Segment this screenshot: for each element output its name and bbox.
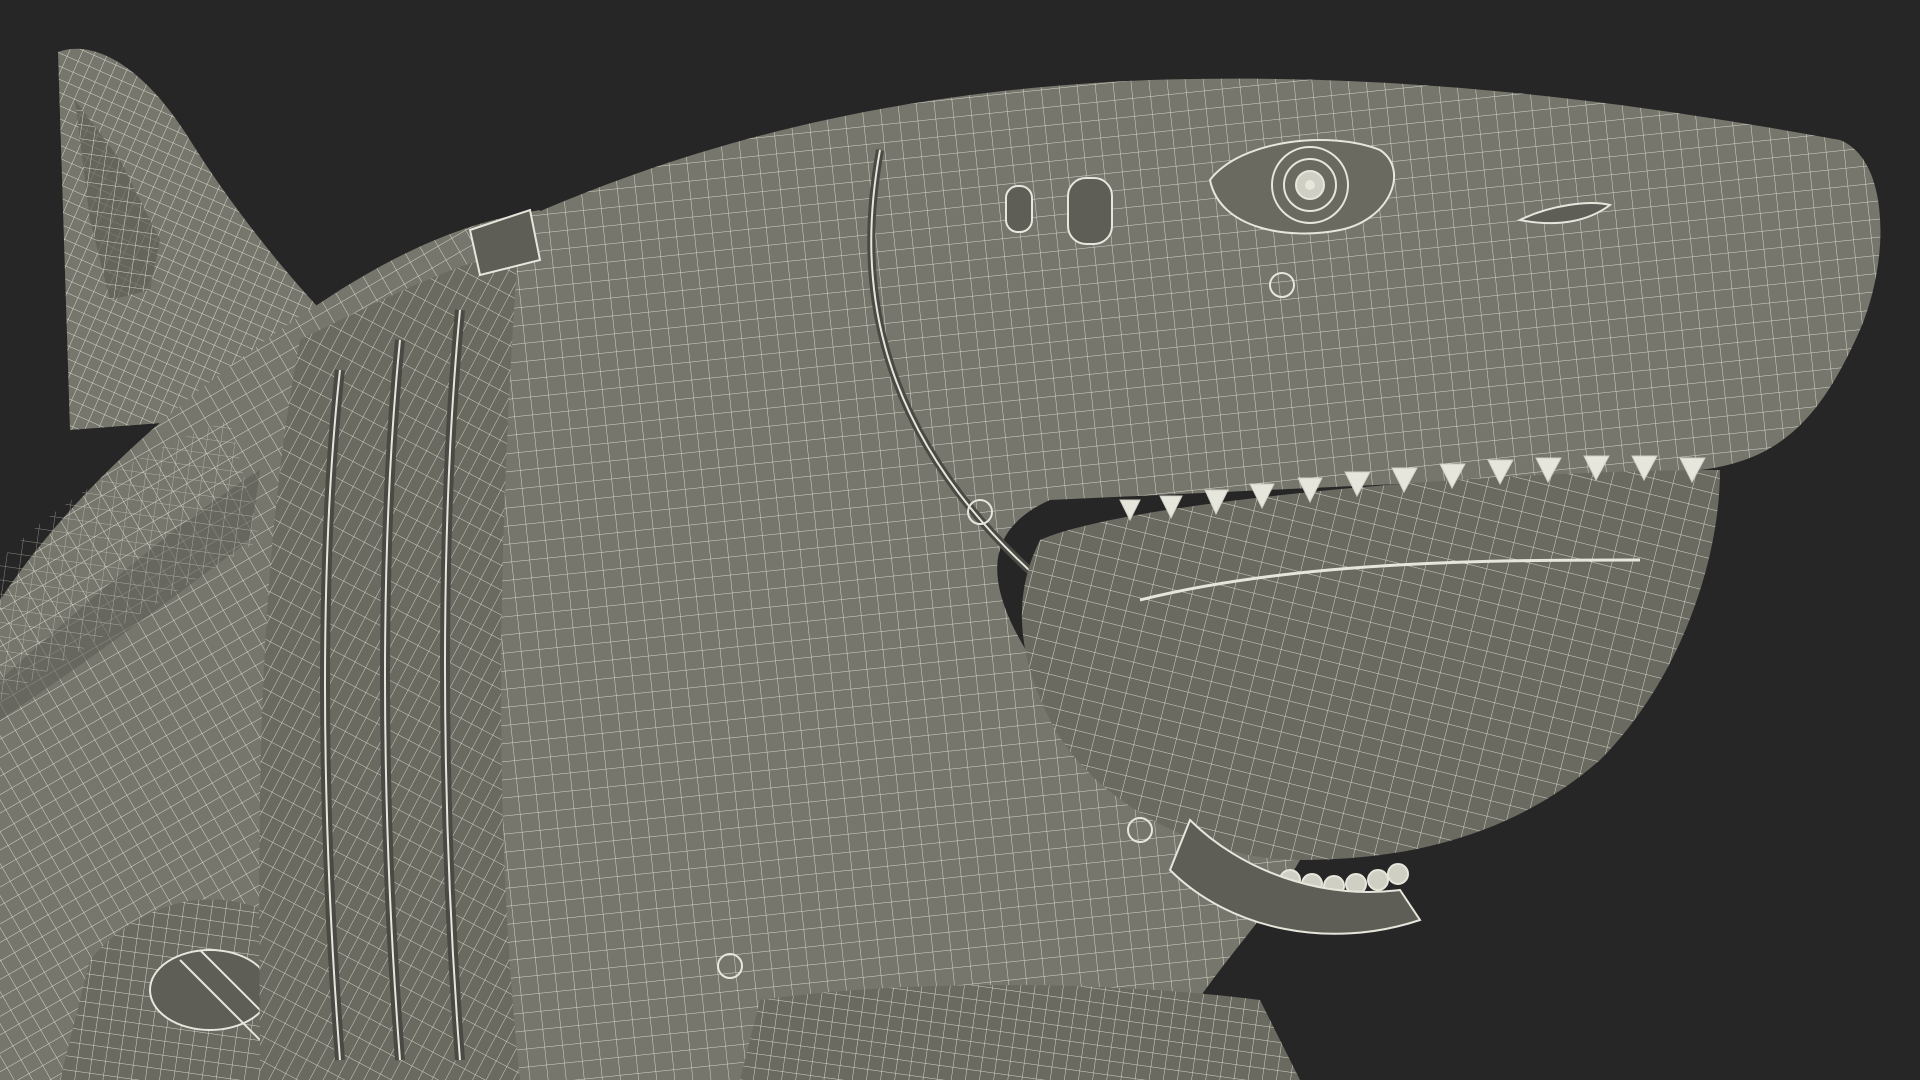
- lower-belly: [740, 985, 1300, 1080]
- wireframe-render: [0, 48, 1881, 1080]
- lower-jaw: [1021, 470, 1720, 860]
